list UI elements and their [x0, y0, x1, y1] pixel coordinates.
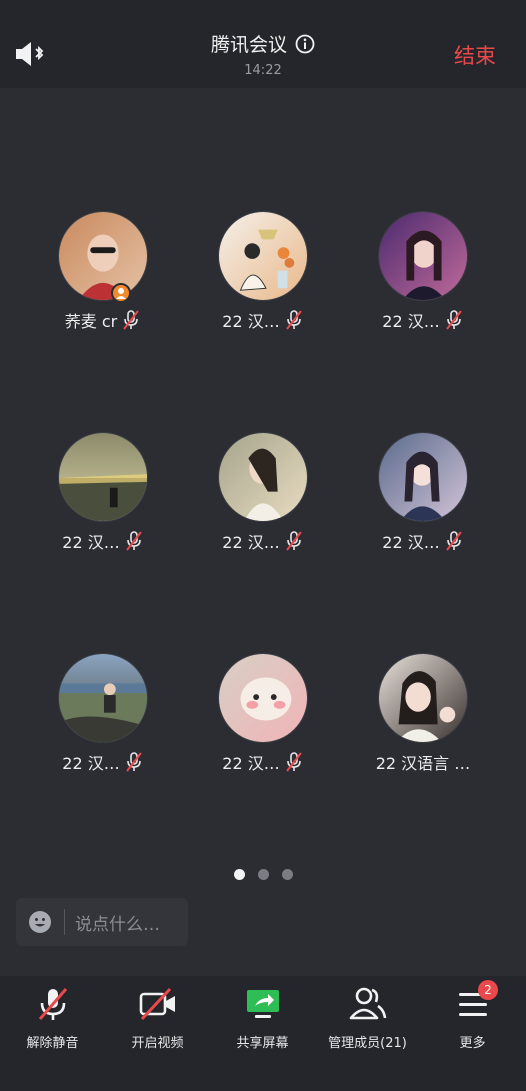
bottom-toolbar: 解除静音 开启视频 共享屏幕 管理成员(21) 2 更多: [0, 976, 526, 1091]
participant-tile[interactable]: 22 汉…: [23, 432, 183, 572]
end-meeting-button[interactable]: 结束: [454, 40, 496, 70]
participant-name: 22 汉…: [222, 533, 280, 552]
page-dot[interactable]: [233, 869, 245, 880]
participant-name: 22 汉…: [382, 312, 440, 331]
page-indicator[interactable]: [0, 869, 526, 880]
more-label: 更多: [459, 1036, 486, 1051]
mic-muted-icon: [445, 310, 462, 330]
meeting-title: 腾讯会议: [210, 34, 287, 56]
participant-tile[interactable]: 22 汉…: [183, 653, 343, 793]
mic-muted-icon: [123, 310, 140, 330]
avatar: [58, 211, 148, 301]
participant-name-row: 22 汉…: [23, 750, 183, 774]
start-video-button[interactable]: 开启视频: [105, 986, 210, 1066]
participant-name: 22 汉语言 …: [375, 754, 471, 773]
mic-muted-icon: [125, 752, 142, 772]
page-dot[interactable]: [281, 869, 293, 880]
avatar: [58, 432, 148, 522]
manage-members-label: 管理成员(21): [328, 1036, 407, 1051]
manage-members-button[interactable]: 管理成员(21): [315, 986, 420, 1066]
emoji-icon[interactable]: [28, 910, 52, 934]
avatar: [378, 211, 468, 301]
meeting-time: 14:22: [244, 63, 282, 78]
mic-muted-icon: [125, 531, 142, 551]
host-badge-icon: [111, 283, 131, 303]
participant-name-row: 22 汉…: [183, 308, 343, 332]
participant-name-row: 22 汉…: [183, 750, 343, 774]
share-screen-label: 共享屏幕: [236, 1036, 289, 1051]
notification-badge: 2: [478, 980, 498, 1000]
participant-tile[interactable]: 22 汉…: [23, 653, 183, 793]
avatar: [58, 653, 148, 743]
chat-input[interactable]: 说点什么…: [16, 898, 188, 946]
participant-name: 22 汉…: [62, 754, 120, 773]
participant-name-row: 22 汉…: [343, 308, 503, 332]
participant-name-row: 22 汉语言 …: [343, 750, 503, 774]
avatar: [218, 432, 308, 522]
participant-tile[interactable]: 22 汉…: [183, 432, 343, 572]
info-icon[interactable]: [295, 34, 315, 54]
chat-placeholder: 说点什么…: [75, 914, 160, 935]
mic-muted-icon: [38, 988, 67, 1020]
members-icon: [349, 987, 386, 1020]
participant-tile[interactable]: 22 汉…: [183, 211, 343, 351]
video-off-icon: [139, 987, 175, 1021]
mic-muted-icon: [285, 310, 302, 330]
participant-tile[interactable]: 22 汉…: [343, 432, 503, 572]
unmute-button[interactable]: 解除静音: [0, 986, 105, 1066]
mic-muted-icon: [285, 531, 302, 551]
share-screen-icon: [246, 990, 279, 1018]
participant-tile[interactable]: 22 汉语言 …: [343, 653, 503, 793]
title-area: 腾讯会议: [0, 30, 526, 57]
participant-name-row: 荞麦 cr: [23, 308, 183, 332]
participant-name-row: 22 汉…: [343, 529, 503, 553]
avatar: [378, 653, 468, 743]
mic-muted-icon: [445, 531, 462, 551]
divider: [64, 909, 65, 935]
more-button[interactable]: 2 更多: [420, 980, 525, 1066]
avatar: [218, 211, 308, 301]
participant-name: 22 汉…: [222, 312, 280, 331]
participant-name-row: 22 汉…: [183, 529, 343, 553]
unmute-label: 解除静音: [26, 1036, 79, 1051]
share-screen-button[interactable]: 共享屏幕: [210, 986, 315, 1066]
participant-name: 22 汉…: [382, 533, 440, 552]
participant-name-row: 22 汉…: [23, 529, 183, 553]
avatar: [378, 432, 468, 522]
page-dot[interactable]: [257, 869, 269, 880]
start-video-label: 开启视频: [131, 1036, 184, 1051]
mic-muted-icon: [285, 752, 302, 772]
participant-name: 22 汉…: [222, 754, 280, 773]
participant-name: 荞麦 cr: [64, 312, 118, 331]
participant-tile[interactable]: 荞麦 cr: [23, 211, 183, 351]
meeting-header: 腾讯会议 14:22 结束: [0, 0, 526, 88]
participant-name: 22 汉…: [62, 533, 120, 552]
avatar: [218, 653, 308, 743]
participant-tile[interactable]: 22 汉…: [343, 211, 503, 351]
